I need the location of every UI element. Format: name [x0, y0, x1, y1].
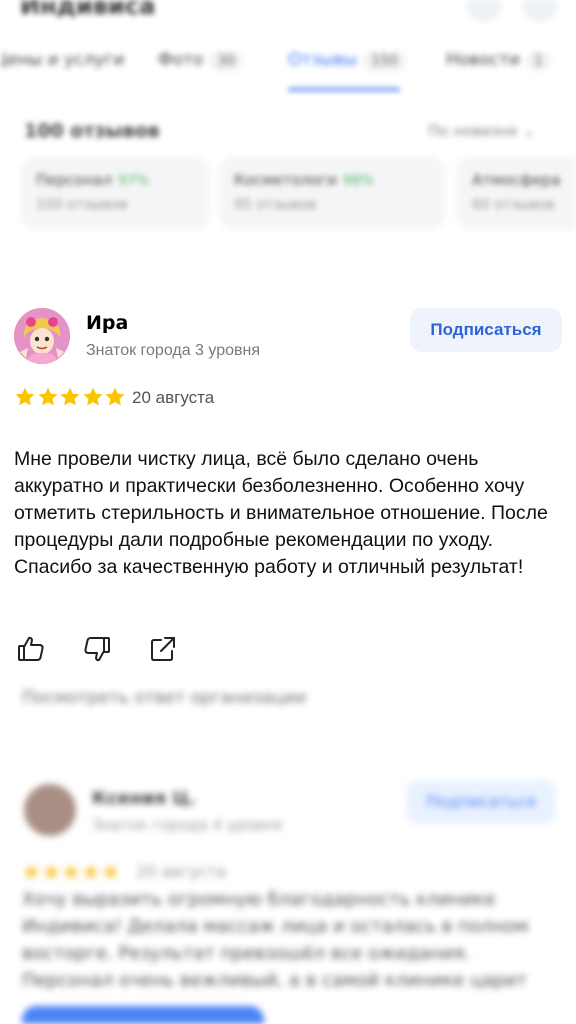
- show-reply-link[interactable]: Посмотреть ответ организации: [22, 688, 306, 708]
- tab-news[interactable]: Новости 1: [446, 50, 551, 71]
- author-name[interactable]: Ира: [86, 312, 128, 334]
- review-date: 20 августа: [136, 862, 227, 881]
- star-icon: [83, 387, 102, 406]
- author-name[interactable]: Ксения Ц.: [92, 788, 196, 809]
- bookmark-icon[interactable]: [466, 0, 502, 22]
- review-date: 20 августа: [132, 388, 215, 407]
- star-icon: [38, 387, 57, 406]
- reviews-total: 100 отзывов: [24, 120, 160, 142]
- organization-title: Индивиса: [20, 0, 156, 20]
- author-level: Знаток города 3 уровня: [86, 342, 261, 359]
- aspect-chip[interactable]: Атмосфера 60 отзывов: [456, 156, 576, 230]
- author-level: Знаток города 4 уровня: [92, 816, 283, 834]
- tab-photos[interactable]: Фото 30: [158, 50, 244, 71]
- like-icon[interactable]: [16, 634, 46, 664]
- star-icon: [105, 387, 125, 406]
- share-icon[interactable]: [148, 634, 178, 664]
- rating-stars: ★★★★★: [22, 860, 122, 884]
- cartoon-girl-avatar-icon: [14, 308, 70, 364]
- review-text: Хочу выразить огромную благодарность кли…: [22, 889, 529, 991]
- avatar[interactable]: [24, 784, 76, 836]
- background-next-review: Посмотреть ответ организации Ксения Ц. З…: [0, 688, 576, 1024]
- dislike-icon[interactable]: [82, 634, 112, 664]
- aspect-chip[interactable]: Персонал 97% 100 отзывов: [20, 156, 210, 230]
- tab-services[interactable]: Цены и услуги: [0, 50, 124, 70]
- primary-button[interactable]: [22, 1006, 264, 1024]
- aspect-chip[interactable]: Косметологи 98% 95 отзывов: [218, 156, 446, 230]
- tab-reviews[interactable]: Отзывы 150: [288, 50, 406, 71]
- review-text: Мне провели чистку лица, всё было сделан…: [14, 448, 548, 578]
- avatar[interactable]: [14, 308, 70, 364]
- subscribe-button[interactable]: Подписаться: [406, 780, 556, 824]
- sort-dropdown[interactable]: По новизне ⌄: [428, 122, 535, 140]
- star-icon: [60, 387, 80, 406]
- more-icon[interactable]: [522, 0, 558, 22]
- tabs-bar: Цены и услуги Фото 30 Отзывы 150 Новости 1: [0, 50, 576, 80]
- background-header-area: Индивиса Цены и услуги Фото 30 Отзывы 150 …: [0, 0, 576, 288]
- active-tab-indicator: [288, 88, 400, 91]
- star-icon: [15, 387, 35, 406]
- review-card: Ира Знаток города 3 уровня Подписаться 2…: [0, 288, 576, 688]
- subscribe-button[interactable]: Подписаться: [410, 308, 562, 352]
- rating-stars: [14, 386, 127, 410]
